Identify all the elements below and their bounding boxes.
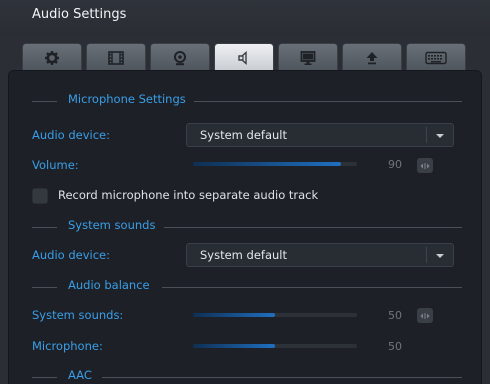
upload-icon	[366, 51, 378, 64]
mic-device-value: System default	[200, 128, 288, 142]
section-title: System sounds	[68, 218, 156, 232]
divider	[162, 287, 462, 288]
system-device-label: Audio device:	[32, 248, 110, 262]
mic-balance-fill	[193, 344, 275, 348]
tab-video[interactable]	[86, 43, 146, 71]
gear-icon	[45, 50, 59, 65]
divider	[102, 377, 462, 378]
balance-reset-button[interactable]	[417, 308, 433, 323]
mic-device-label: Audio device:	[32, 128, 110, 142]
volume-value: 90	[388, 158, 402, 171]
system-device-value: System default	[200, 248, 288, 262]
divider	[164, 227, 462, 228]
system-sounds-section-header: System sounds	[32, 218, 462, 236]
mic-balance-label: Microphone:	[32, 339, 103, 353]
system-balance-fill	[193, 313, 275, 317]
microphone-section-header: Microphone Settings	[32, 92, 462, 110]
chevron-down-icon	[436, 254, 444, 258]
system-balance-value: 50	[388, 309, 402, 322]
monitor-icon	[300, 50, 316, 65]
tab-general[interactable]	[22, 43, 82, 71]
chevron-down-icon	[436, 134, 444, 138]
tab-upload[interactable]	[342, 43, 402, 71]
section-title: AAC	[68, 368, 92, 382]
tab-webcam[interactable]	[150, 43, 210, 71]
divider	[32, 101, 57, 102]
webcam-icon	[174, 50, 186, 65]
reset-arrows-icon	[420, 312, 430, 319]
volume-label: Volume:	[32, 158, 79, 172]
separate-track-label: Record microphone into separate audio tr…	[58, 188, 319, 202]
settings-tabs	[22, 43, 468, 71]
volume-reset-button[interactable]	[417, 158, 433, 173]
divider	[32, 227, 57, 228]
divider	[426, 127, 427, 143]
mic-device-select[interactable]: System default	[186, 123, 454, 147]
section-title: Audio balance	[68, 278, 150, 292]
tab-hotkeys[interactable]	[406, 43, 466, 71]
divider	[32, 377, 57, 378]
mic-balance-slider[interactable]	[193, 344, 357, 348]
system-balance-slider[interactable]	[193, 313, 357, 317]
system-balance-label: System sounds:	[32, 308, 124, 322]
film-icon	[108, 50, 124, 65]
tab-display[interactable]	[278, 43, 338, 71]
speaker-icon	[238, 50, 247, 65]
tab-audio[interactable]	[214, 43, 274, 71]
keyboard-icon	[425, 51, 447, 64]
section-title: Microphone Settings	[68, 92, 186, 106]
divider	[194, 101, 462, 102]
title-bar: Audio Settings	[0, 0, 490, 36]
divider	[32, 287, 57, 288]
aac-section-header: AAC	[32, 368, 462, 384]
window-title: Audio Settings	[32, 7, 127, 22]
divider	[426, 247, 427, 263]
reset-arrows-icon	[420, 162, 430, 169]
volume-slider-fill	[193, 162, 341, 166]
audio-balance-section-header: Audio balance	[32, 278, 462, 296]
mic-balance-value: 50	[388, 340, 402, 353]
volume-slider[interactable]	[193, 162, 357, 166]
system-device-select[interactable]: System default	[186, 243, 454, 267]
separate-track-checkbox[interactable]	[32, 188, 48, 204]
